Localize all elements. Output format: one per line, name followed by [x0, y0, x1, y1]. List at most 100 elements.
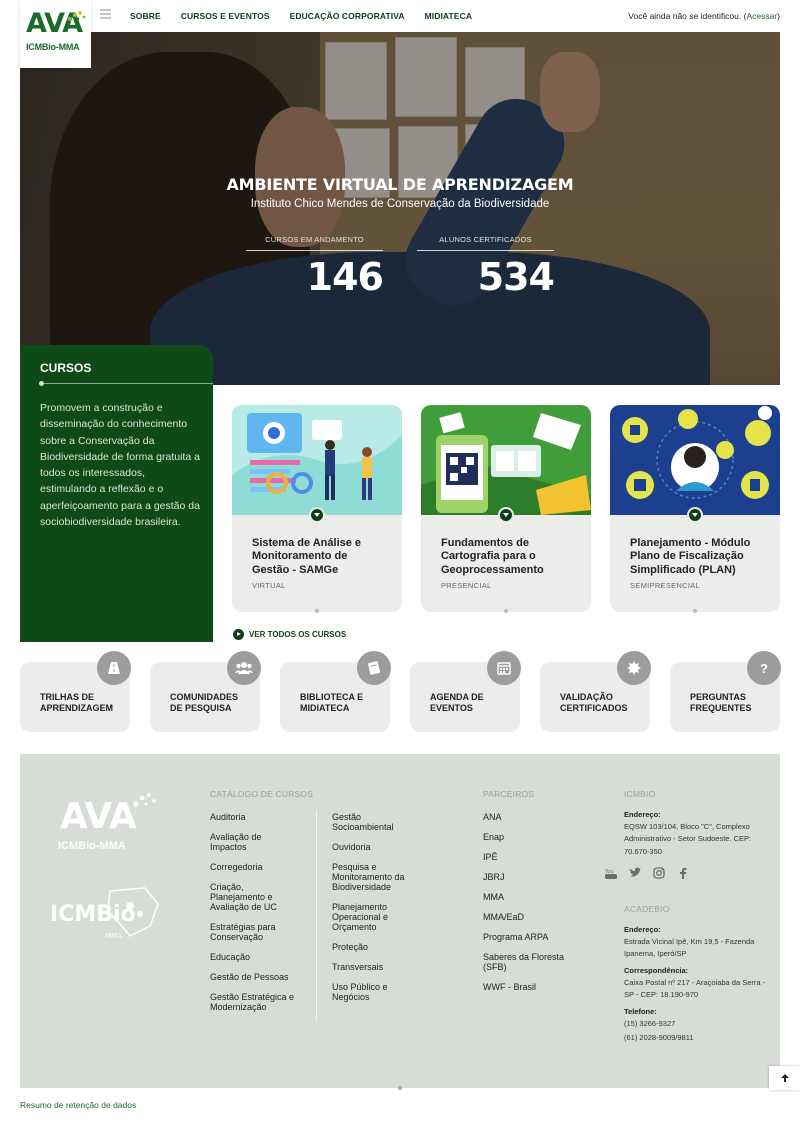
twitter-icon[interactable] — [629, 866, 641, 878]
catalog-link[interactable]: Estratégias para Conservação — [210, 922, 300, 942]
users-icon — [227, 651, 261, 685]
footer-acadebio-heading: ACADEBIO — [624, 904, 670, 914]
catalog-list-col1: Auditoria Avaliação de Impactos Correged… — [210, 812, 300, 1022]
social-links: You — [604, 866, 689, 879]
course-mode: PRESENCIAL — [441, 581, 492, 590]
partner-link[interactable]: IPÊ — [483, 852, 573, 862]
facebook-icon[interactable] — [677, 866, 689, 879]
carousel-dot[interactable] — [693, 609, 697, 613]
back-to-top-button[interactable] — [769, 1066, 800, 1090]
footer-catalog-heading: CATÁLOGO DE CURSOS — [210, 789, 314, 799]
partner-link[interactable]: Enap — [483, 832, 573, 842]
quick-link-label: BIBLIOTECA E MIDIATECA — [300, 692, 363, 713]
see-all-label: VER TODOS OS CURSOS — [249, 630, 347, 639]
arrow-up-icon — [780, 1074, 789, 1082]
course-image — [232, 405, 402, 515]
course-card[interactable]: Fundamentos de Cartografia para o Geopro… — [421, 405, 591, 612]
partner-link[interactable]: JBRJ — [483, 872, 573, 882]
catalog-link[interactable]: Avaliação de Impactos — [210, 832, 300, 852]
stat-certified-students: ALUNOS CERTIFICADOS 534 — [417, 235, 555, 299]
catalog-link[interactable]: Gestão de Pessoas — [210, 972, 300, 982]
label-line: PERGUNTAS — [690, 692, 746, 702]
nav-item-sobre[interactable]: SOBRE — [130, 11, 161, 21]
partner-link[interactable]: ANA — [483, 812, 573, 822]
logo-dots-icon — [67, 11, 86, 22]
course-image — [610, 405, 780, 515]
footer-dot — [398, 1086, 402, 1090]
site-footer: AVA ICMBio-MMA ICMBio MMA CATÁLOGO DE CU… — [20, 754, 780, 1088]
catalog-link[interactable]: Criação, Planejamento e Avaliação de UC — [210, 882, 300, 912]
carousel-dot[interactable] — [315, 609, 319, 613]
ava-logo[interactable]: AVA ICMBio-MMA — [20, 0, 91, 68]
acadebio-address: Estrada Vicinal Ipê, Km 19,5 - Fazenda I… — [624, 937, 755, 959]
data-retention-link[interactable]: Resumo de retenção de dados — [20, 1100, 136, 1110]
catalog-link[interactable]: Educação — [210, 952, 300, 962]
partner-link[interactable]: MMA/EaD — [483, 912, 573, 922]
divider — [39, 381, 213, 386]
badge-icon — [617, 651, 651, 685]
top-navigation-bar: AVA ICMBio-MMA SOBRE CURSOS E EVENTOS ED… — [0, 0, 800, 68]
instagram-icon[interactable] — [653, 866, 665, 879]
calendar-icon — [487, 651, 521, 685]
partner-link[interactable]: MMA — [483, 892, 573, 902]
login-prefix: Você ainda não se identificou. ( — [628, 11, 747, 21]
course-card[interactable]: Sistema de Análise e Monitoramento de Ge… — [232, 405, 402, 612]
icmbio-logo-icon: ICMBio MMA — [50, 887, 159, 940]
catalog-link[interactable]: Corregedoria — [210, 862, 300, 872]
hero-title: AMBIENTE VIRTUAL DE APRENDIZAGEM — [226, 175, 574, 194]
catalog-link[interactable]: Transversais — [332, 962, 422, 972]
acadebio-mail-label: Correspondência: — [624, 966, 689, 975]
hamburger-menu-icon[interactable] — [100, 9, 111, 19]
label-line: AGENDA DE — [430, 692, 484, 702]
arrow-right-circle-icon — [233, 629, 244, 640]
catalog-link[interactable]: Gestão Socioambiental — [332, 812, 422, 832]
quick-link-label: AGENDA DE EVENTOS — [430, 692, 484, 713]
acadebio-phone: (61) 2028-9009/9811 — [624, 1033, 694, 1042]
label-line: COMUNIDADES — [170, 692, 239, 702]
course-illustration — [610, 405, 780, 515]
nav-item-midiateca[interactable]: MIDIATECA — [425, 11, 473, 21]
course-title: Sistema de Análise e Monitoramento de Ge… — [252, 537, 362, 576]
label-line: TRILHAS DE — [40, 692, 94, 702]
quick-link-label: COMUNIDADES DE PESQUISA — [170, 692, 238, 713]
nav-item-educacao-corporativa[interactable]: EDUCAÇÃO CORPORATIVA — [290, 11, 405, 21]
expand-toggle-icon[interactable] — [309, 507, 325, 523]
catalog-link[interactable]: Gestão Estratégica e Modernização — [210, 992, 300, 1012]
footer-ava-logo: AVA — [60, 796, 137, 837]
catalog-link[interactable]: Ouvidoria — [332, 842, 422, 852]
footer-logo-dots-icon — [133, 793, 156, 807]
catalog-link[interactable]: Auditoria — [210, 812, 300, 822]
book-icon — [357, 651, 391, 685]
acadebio-phone: (15) 3266-9327 — [624, 1019, 676, 1028]
quick-link-label: PERGUNTAS FREQUENTES — [690, 692, 752, 713]
expand-toggle-icon[interactable] — [498, 507, 514, 523]
label-line: DE PESQUISA — [170, 702, 232, 713]
partner-link[interactable]: Saberes da Floresta (SFB) — [483, 952, 573, 972]
partner-link[interactable]: WWF - Brasil — [483, 982, 573, 992]
catalog-link[interactable]: Uso Público e Negócios — [332, 982, 422, 1002]
label-line: EVENTOS — [430, 702, 473, 713]
course-image — [421, 405, 591, 515]
expand-toggle-icon[interactable] — [687, 507, 703, 523]
quick-link-label: TRILHAS DE APRENDIZAGEM — [40, 692, 113, 713]
svg-text:MMA: MMA — [105, 932, 122, 940]
nav-item-cursos-eventos[interactable]: CURSOS E EVENTOS — [181, 11, 270, 21]
label-line: FREQUENTES — [690, 702, 752, 713]
course-card[interactable]: Planejamento - Módulo Plano de Fiscaliza… — [610, 405, 780, 612]
youtube-icon[interactable]: You — [604, 866, 617, 879]
login-link[interactable]: Acessar — [746, 11, 777, 21]
label-line: CERTIFICADOS — [560, 702, 628, 713]
label-line: APRENDIZAGEM — [40, 702, 114, 713]
icmbio-address: EQSW 103/104, Bloco "C", Complexo Admini… — [624, 822, 752, 856]
stat-courses-running: CURSOS EM ANDAMENTO 146 — [246, 235, 384, 299]
carousel-dot[interactable] — [504, 609, 508, 613]
catalog-link[interactable]: Proteção — [332, 942, 422, 952]
catalog-link[interactable]: Planejamento Operacional e Orçamento — [332, 902, 422, 932]
partner-link[interactable]: Programa ARPA — [483, 932, 573, 942]
cursos-title: CURSOS — [40, 361, 92, 375]
label-line: MIDIATECA — [300, 702, 350, 713]
main-nav: SOBRE CURSOS E EVENTOS EDUCAÇÃO CORPORAT… — [130, 11, 472, 21]
question-icon: ? — [747, 651, 781, 685]
catalog-link[interactable]: Pesquisa e Monitoramento da Biodiversida… — [332, 862, 422, 892]
see-all-courses-link[interactable]: VER TODOS OS CURSOS — [233, 629, 346, 640]
